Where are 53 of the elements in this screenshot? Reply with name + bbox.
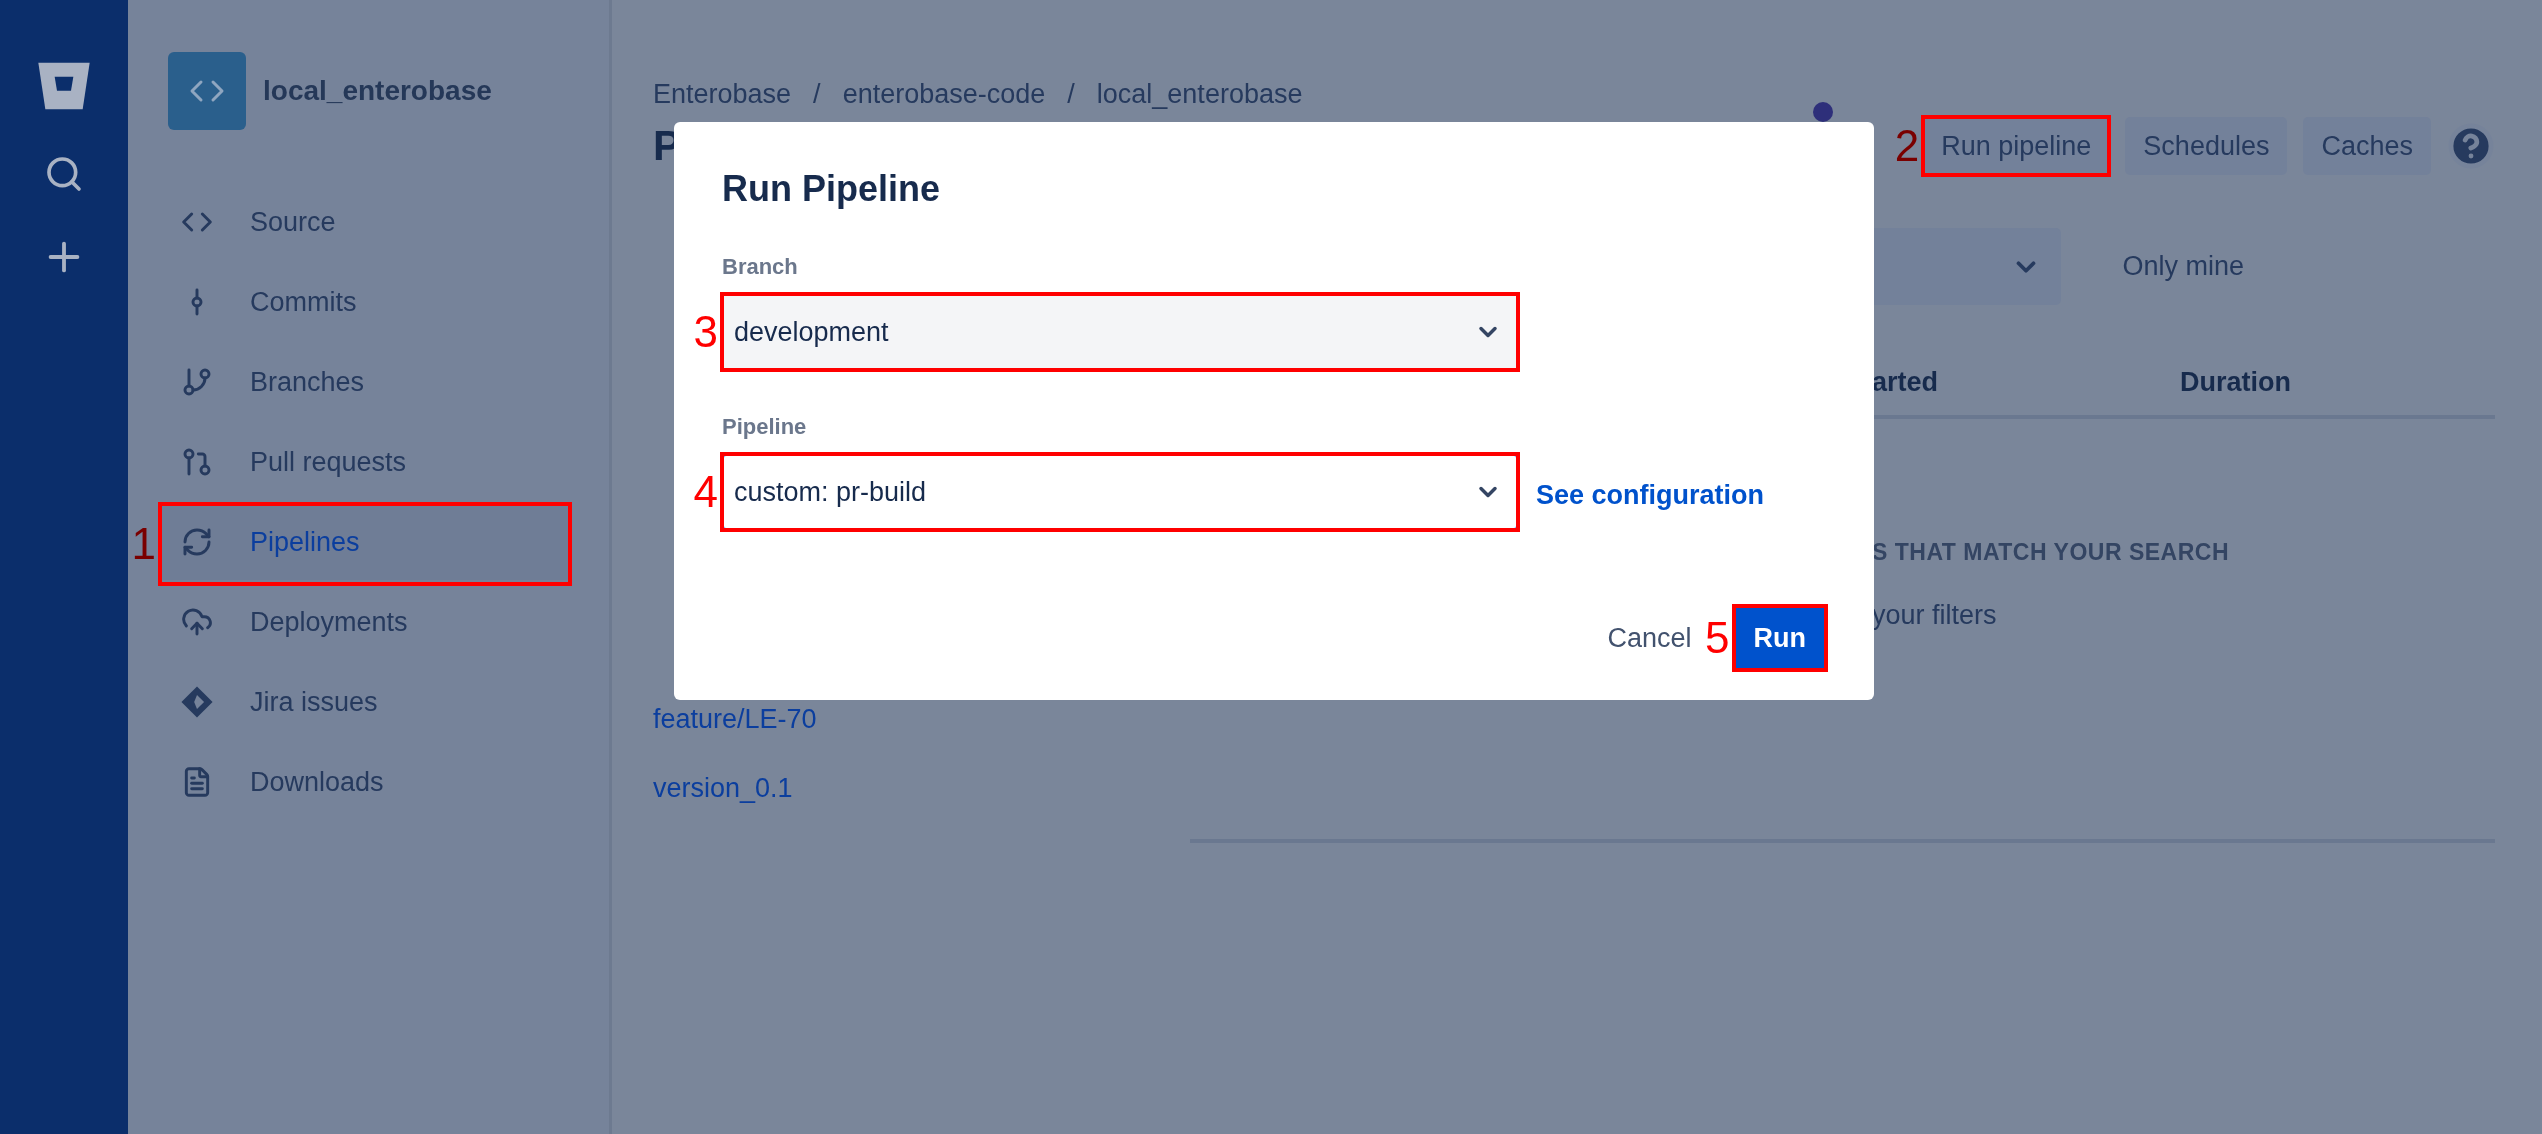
branch-link[interactable]: version_0.1 (653, 773, 1190, 804)
annotation-number: 1 (131, 522, 156, 566)
repository-name: local_enterobase (263, 75, 492, 107)
sidebar-item-label: Jira issues (250, 686, 378, 718)
only-mine-button[interactable]: Only mine (2106, 241, 2260, 292)
sidebar-item[interactable]: Jira issues (160, 664, 570, 740)
select-value: development (734, 316, 889, 348)
toolbar-button[interactable]: Caches (2303, 117, 2431, 175)
empty-state-text: your filters (1872, 600, 1998, 631)
sidebar-item-label: Commits (250, 286, 357, 318)
sidebar-item-label: Deployments (250, 606, 408, 638)
field-label: Branch (722, 254, 799, 280)
breadcrumb-link[interactable]: enterobase-code (842, 78, 1046, 110)
annotation-number: 3 (693, 310, 718, 354)
cloud-upload-icon (181, 606, 213, 638)
toolbar-button[interactable]: Run pipeline (1923, 117, 2110, 175)
search-icon[interactable] (44, 154, 84, 194)
column-header: arted (1872, 367, 1940, 398)
breadcrumb-link[interactable]: Enterobase (653, 78, 792, 110)
breadcrumb-separator: / (813, 78, 821, 110)
select-field[interactable]: development (722, 294, 1518, 370)
dot-icon (1813, 102, 1833, 122)
pull-request-icon (181, 446, 213, 478)
sidebar-item[interactable]: Pull requests (160, 424, 570, 500)
breadcrumb-link[interactable]: local_enterobase (1096, 78, 1303, 110)
breadcrumb-separator: / (1067, 78, 1075, 110)
branch-icon (181, 366, 213, 398)
sidebar-item[interactable]: Commits (160, 264, 570, 340)
sidebar-item[interactable]: Pipelines (160, 504, 570, 580)
cancel-button[interactable]: Cancel (1607, 622, 1692, 654)
dialog-title: Run Pipeline (722, 168, 942, 210)
sidebar-item[interactable]: Source (160, 184, 570, 260)
field-label: Pipeline (722, 414, 808, 440)
refresh-icon (181, 526, 213, 558)
annotation-number: 5 (1705, 616, 1730, 660)
empty-state-heading: S THAT MATCH YOUR SEARCH (1872, 539, 2230, 566)
select-field[interactable]: custom: pr-build (722, 454, 1518, 530)
annotation-number: 2 (1894, 124, 1920, 168)
diamond-icon (180, 685, 214, 719)
sidebar-item[interactable]: Branches (160, 344, 570, 420)
sidebar-item-label: Pipelines (250, 526, 360, 558)
sidebar-item-label: Branches (250, 366, 365, 398)
see-configuration-link[interactable]: See configuration (1536, 479, 1765, 511)
column-header: Duration (2180, 367, 2292, 398)
select-value: custom: pr-build (734, 476, 927, 508)
sidebar-item-label: Downloads (250, 766, 384, 798)
annotation-number: 4 (693, 470, 718, 514)
toolbar-button[interactable]: Schedules (2125, 117, 2288, 175)
sidebar-item-label: Source (250, 206, 336, 238)
sidebar-item[interactable]: Deployments (160, 584, 570, 660)
branch-link[interactable]: feature/LE-70 (653, 704, 1190, 735)
sidebar-item[interactable]: Downloads (160, 744, 570, 820)
sidebar-item-label: Pull requests (250, 446, 407, 478)
